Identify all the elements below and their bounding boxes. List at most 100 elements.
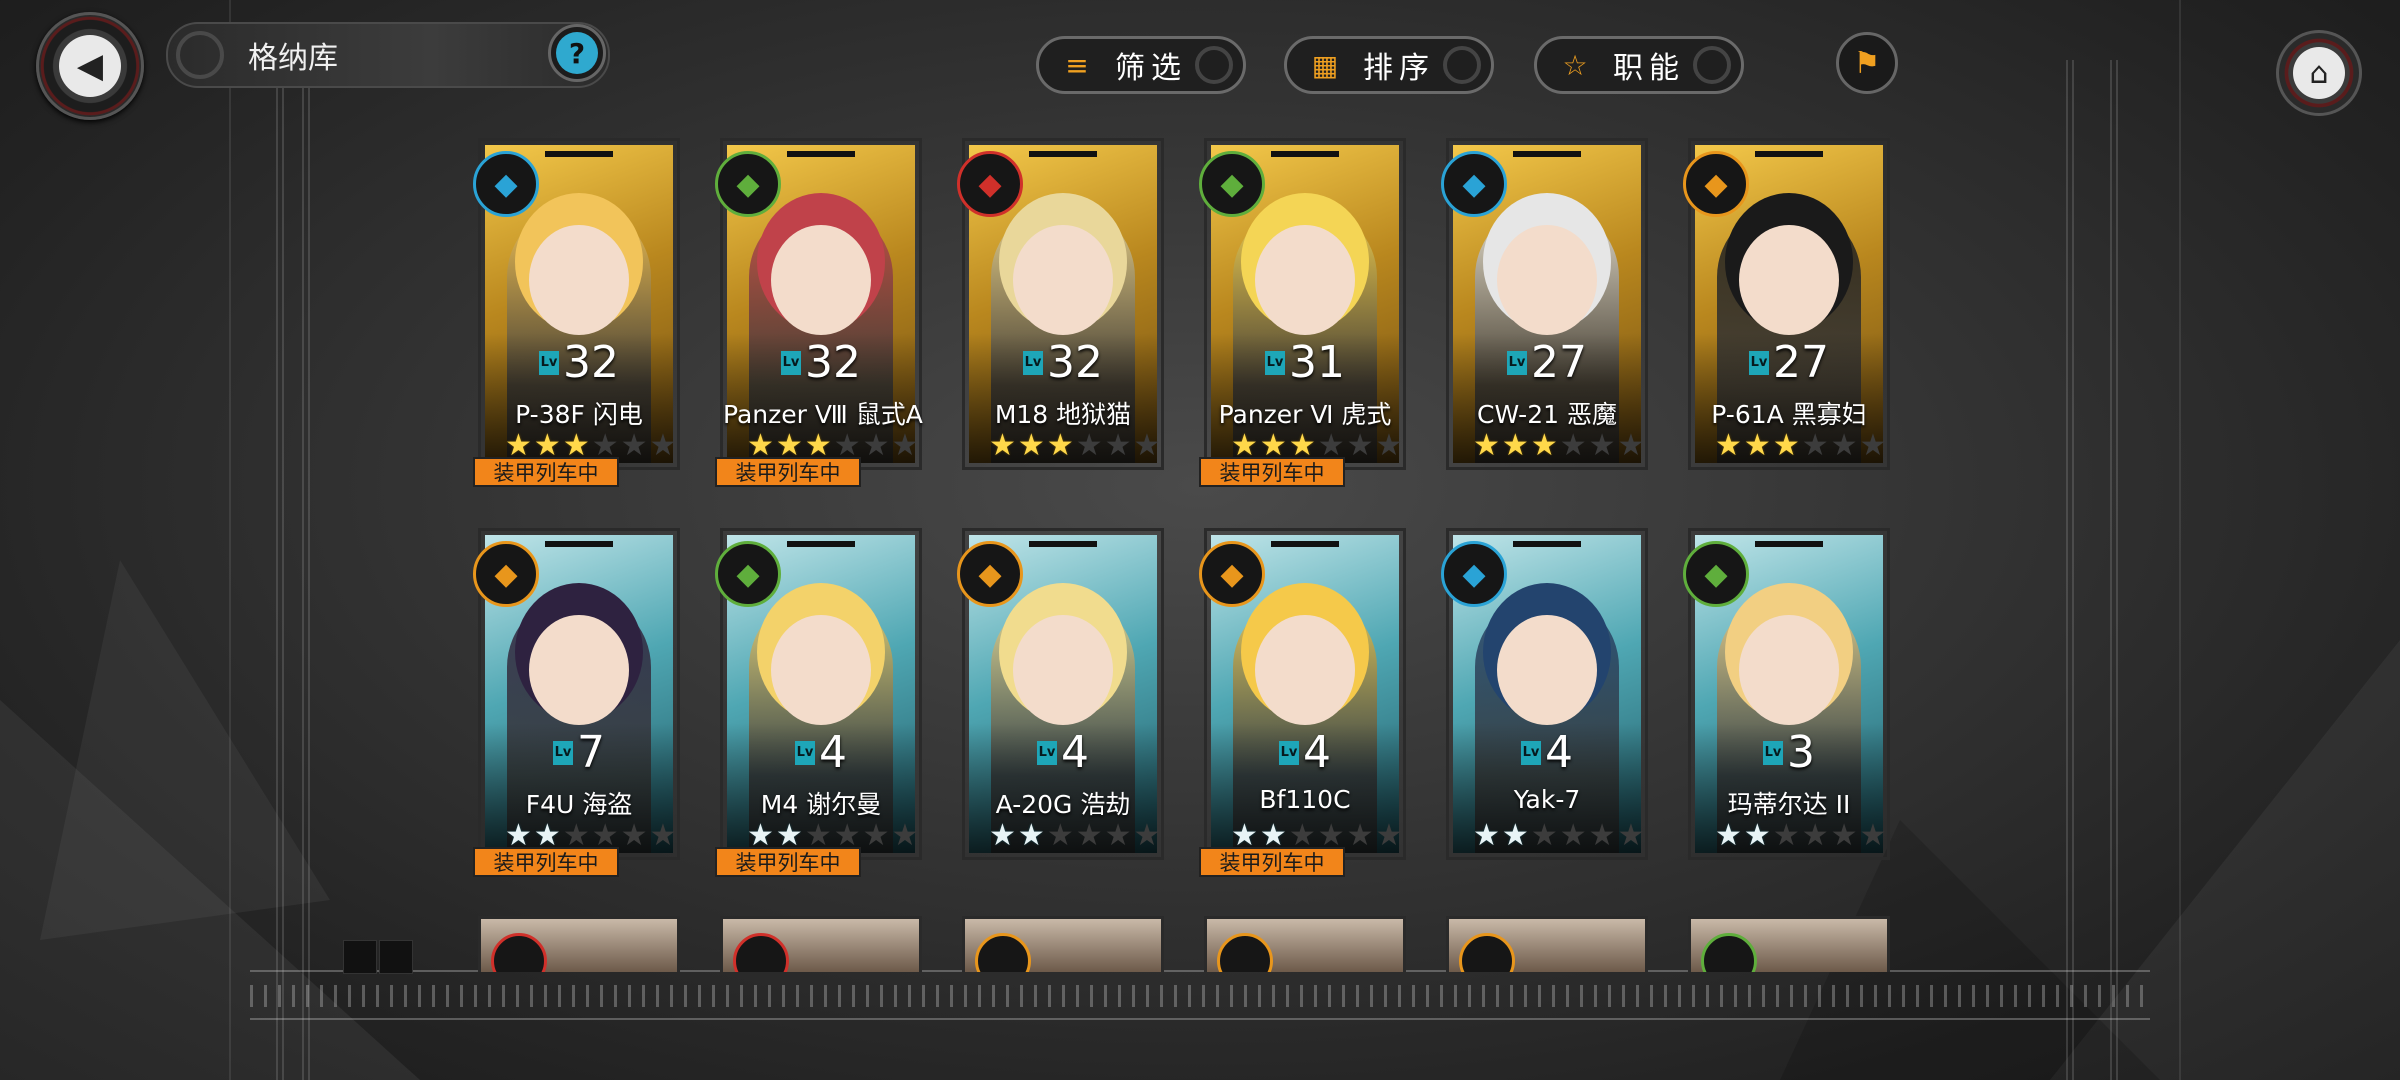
level-display: Lv 4 [723,727,919,778]
gear-icon [176,31,224,79]
unit-card-partial[interactable] [1204,916,1406,972]
filter-icon: ≡ [1065,48,1089,82]
card-top-bar [787,541,855,547]
unit-card-partial[interactable] [720,916,922,972]
gear-icon [1443,46,1481,84]
level-value: 7 [577,727,605,778]
unit-card-partial[interactable] [478,916,680,972]
unit-card-partial[interactable] [962,916,1164,972]
role-badge-icon: ◆ [715,151,781,217]
role-badge-icon: ◆ [1441,541,1507,607]
page-indicator[interactable] [343,940,377,974]
page-indicator[interactable] [379,940,413,974]
star-icon: ★ [862,818,890,853]
star-icon: ★ [1375,428,1403,463]
star-icon: ★ [891,428,919,463]
unit-card[interactable]: ◆ Lv 7 F4U 海盗 ★ ★ ★ ★ ★ ★ 装甲列车中 [473,528,680,877]
role-badge-icon [1217,933,1273,972]
star-rating: ★ ★ ★ ★ ★ ★ [1473,821,1646,851]
home-button[interactable]: ⌂ [2276,30,2362,116]
unit-card[interactable]: ◆ Lv 27 CW-21 恶魔 ★ ★ ★ ★ ★ ★ [1441,138,1648,470]
unit-face [529,225,629,335]
star-icon: ★ [1346,428,1374,463]
rail-line-bottom [250,1018,2150,1020]
unit-name: F4U 海盗 [525,790,633,819]
help-button[interactable]: ? [548,24,606,82]
filter-button[interactable]: ≡ 筛选 [1036,36,1246,94]
star-icon: ★ [1801,818,1829,853]
level-icon: Lv [1521,740,1541,765]
unit-face [529,615,629,725]
level-icon: Lv [1763,740,1783,765]
unit-name: CW-21 恶魔 [1477,400,1617,429]
level-icon: Lv [1749,350,1769,375]
unit-name: Yak-7 [1513,785,1581,814]
unit-name: M4 谢尔曼 [760,790,882,819]
level-icon: Lv [781,350,801,375]
unit-card[interactable]: ◆ Lv 3 玛蒂尔达 II ★ ★ ★ ★ ★ ★ [1683,528,1890,860]
level-display: Lv 4 [1449,727,1645,778]
unit-card-partial[interactable] [1446,916,1648,972]
card-top-bar [1755,541,1823,547]
star-icon: ★ [1715,818,1742,853]
grid-icon: ▦ [1311,48,1339,82]
card-top-bar [545,541,613,547]
unit-card[interactable]: ◆ Lv 32 M18 地狱猫 ★ ★ ★ ★ ★ ★ [957,138,1164,470]
level-icon: Lv [1023,350,1043,375]
role-badge-icon: ◆ [1683,151,1749,217]
title-bar: 格纳库 [166,22,610,88]
star-icon: ★ [1075,818,1103,853]
unit-card[interactable]: ◆ Lv 31 Panzer Ⅵ 虎式 ★ ★ ★ ★ ★ ★ 装甲列车中 [1199,138,1406,487]
unit-card[interactable]: ◆ Lv 4 Bf110C ★ ★ ★ ★ ★ ★ 装甲列车中 [1199,528,1406,877]
level-value: 27 [1773,337,1829,388]
star-icon: ★ [1559,428,1587,463]
role-label: 职能 [1613,51,1685,86]
unit-card[interactable]: ◆ Lv 32 Panzer Ⅷ 鼠式A ★ ★ ★ ★ ★ ★ 装甲列车中 [715,138,923,487]
star-icon: ☆ [1562,48,1588,82]
star-icon: ★ [1017,428,1045,463]
unit-card[interactable]: ◆ Lv 27 P-61A 黑寡妇 ★ ★ ★ ★ ★ ★ [1683,138,1890,470]
back-arrow-icon: ◀ [59,35,121,97]
unit-face [1497,615,1597,725]
level-icon: Lv [1037,740,1057,765]
rail-track [250,985,2150,1007]
level-display: Lv 4 [1207,727,1403,778]
star-rating: ★ ★ ★ ★ ★ ★ [1715,821,1888,851]
role-badge-icon: ◆ [957,541,1023,607]
right-frame-lines-2 [2110,60,2118,1080]
star-icon: ★ [1501,428,1529,463]
star-icon: ★ [1859,818,1887,853]
star-icon: ★ [1530,428,1558,463]
unit-card[interactable]: ◆ Lv 32 P-38F 闪电 ★ ★ ★ ★ ★ ★ 装甲列车中 [473,138,680,487]
level-value: 32 [563,337,619,388]
sort-label: 排序 [1363,51,1435,86]
role-badge-icon [975,933,1031,972]
star-icon: ★ [1104,818,1132,853]
role-button[interactable]: ☆ 职能 [1534,36,1744,94]
level-display: Lv 27 [1449,337,1645,388]
unit-card[interactable]: ◆ Lv 4 A-20G 浩劫 ★ ★ ★ ★ ★ ★ [957,528,1164,860]
emblem-button[interactable]: ⚑ [1836,32,1898,94]
filter-label: 筛选 [1115,51,1187,86]
unit-card-partial[interactable] [1688,916,1890,972]
role-badge-icon: ◆ [473,541,539,607]
role-badge-icon: ◆ [715,541,781,607]
level-value: 32 [1047,337,1103,388]
card-top-bar [1513,541,1581,547]
armored-train-tag: 装甲列车中 [1199,847,1345,877]
unit-face [1497,225,1597,335]
unit-card[interactable]: ◆ Lv 4 M4 谢尔曼 ★ ★ ★ ★ ★ ★ 装甲列车中 [715,528,922,877]
level-value: 27 [1531,337,1587,388]
level-icon: Lv [795,740,815,765]
unit-card[interactable]: ◆ Lv 4 Yak-7 ★ ★ ★ ★ ★ ★ [1441,528,1648,860]
role-badge-icon: ◆ [1199,541,1265,607]
question-icon: ? [556,32,598,74]
sort-button[interactable]: ▦ 排序 [1284,36,1494,94]
back-button[interactable]: ◀ [36,12,144,120]
unit-name: 玛蒂尔达 II [1727,790,1851,819]
level-display: Lv 27 [1691,337,1887,388]
unit-face [1013,225,1113,335]
armored-train-tag: 装甲列车中 [1199,457,1345,487]
star-icon: ★ [1046,428,1074,463]
armored-train-tag: 装甲列车中 [473,457,619,487]
